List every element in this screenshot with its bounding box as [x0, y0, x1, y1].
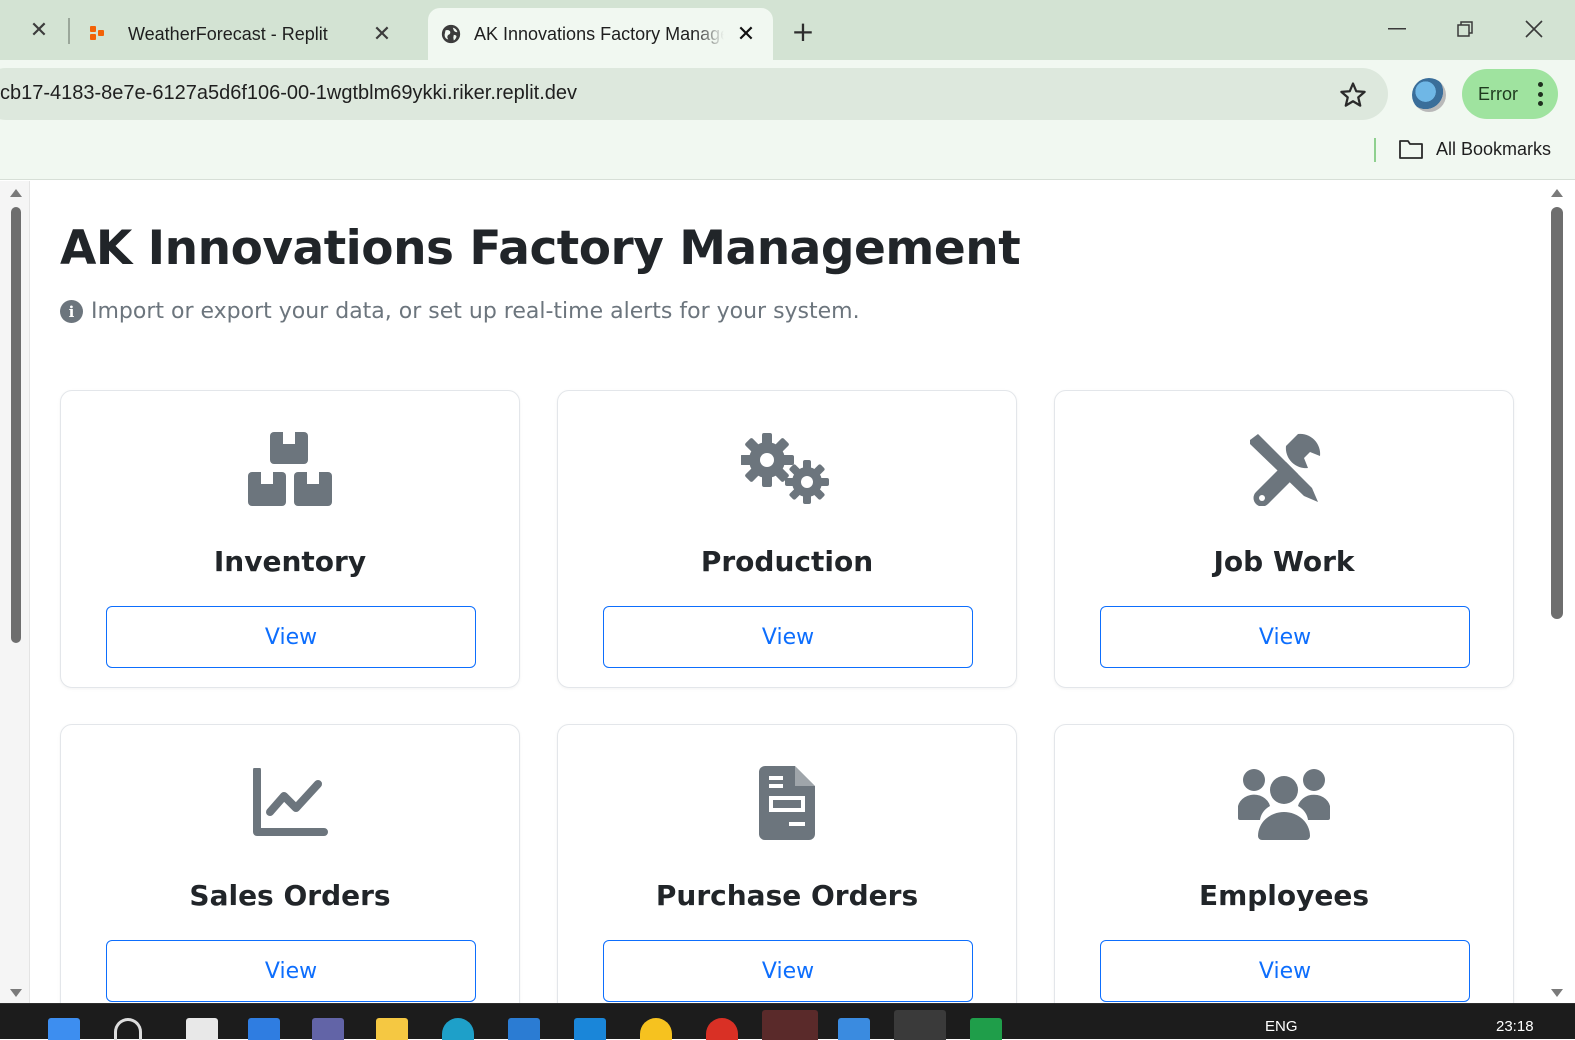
subtitle-text: Import or export your data, or set up re…: [91, 299, 860, 324]
info-icon: i: [60, 300, 83, 323]
profile-avatar[interactable]: [1412, 78, 1446, 112]
scrollbar-thumb[interactable]: [11, 207, 21, 643]
tab-divider: [68, 18, 70, 44]
right-scrollbar[interactable]: [1545, 181, 1575, 1003]
profile-error-button[interactable]: Error: [1462, 69, 1558, 119]
calendar-icon[interactable]: [838, 1018, 870, 1040]
production-view-button[interactable]: View: [603, 606, 973, 668]
boxes-icon: [242, 431, 338, 507]
bookmarks-bar: All Bookmarks: [0, 128, 1575, 180]
card-label: Purchase Orders: [655, 879, 919, 912]
todo-icon[interactable]: [574, 1018, 606, 1040]
globe-icon: [441, 24, 461, 44]
page-subtitle: i Import or export your data, or set up …: [60, 299, 860, 324]
card-label: Production: [700, 545, 874, 578]
close-icon[interactable]: ✕: [732, 20, 760, 48]
clock-time[interactable]: 23:18: [1496, 1018, 1534, 1035]
job-work-view-button[interactable]: View: [1100, 606, 1470, 668]
excel-icon[interactable]: [970, 1018, 1002, 1040]
card-label: Inventory: [213, 545, 367, 578]
app-icon[interactable]: [640, 1018, 672, 1040]
tab-title: WeatherForecast - Replit: [128, 23, 328, 44]
error-label: Error: [1478, 83, 1518, 104]
chrome-icon[interactable]: [706, 1018, 738, 1040]
tools-icon: [1236, 431, 1332, 507]
page-viewport: AK Innovations Factory Management i Impo…: [0, 181, 1575, 1003]
card-employees: Employees View: [1054, 724, 1514, 1003]
minimize-icon[interactable]: [1377, 14, 1417, 44]
chart-line-icon: [242, 765, 338, 841]
window-close-icon[interactable]: [1514, 14, 1554, 44]
card-label: Job Work: [1213, 545, 1355, 578]
address-bar[interactable]: cb17-4183-8e7e-6127a5d6f106-00-1wgtblm69…: [0, 68, 1388, 120]
sales-orders-view-button[interactable]: View: [106, 940, 476, 1002]
outlook-icon[interactable]: [508, 1018, 540, 1040]
folder-icon: [1399, 140, 1423, 159]
restore-icon[interactable]: [1445, 14, 1485, 44]
teams-icon[interactable]: [312, 1018, 344, 1040]
card-label: Employees: [1198, 879, 1370, 912]
purchase-orders-view-button[interactable]: View: [603, 940, 973, 1002]
inventory-view-button[interactable]: View: [106, 606, 476, 668]
close-icon[interactable]: ✕: [368, 20, 396, 48]
users-icon: [1236, 765, 1332, 841]
windows-start-icon[interactable]: [48, 1018, 80, 1040]
new-tab-button[interactable]: +: [788, 15, 818, 48]
app-window-icon[interactable]: [894, 1010, 946, 1040]
employees-view-button[interactable]: View: [1100, 940, 1470, 1002]
file-invoice-icon: [739, 765, 835, 841]
card-sales-orders: Sales Orders View: [60, 724, 520, 1003]
folder-icon[interactable]: [376, 1018, 408, 1040]
gears-icon: [739, 431, 835, 507]
card-inventory: Inventory View: [60, 390, 520, 688]
tab-title: AK Innovations Factory Management: [474, 23, 724, 44]
tab-weatherforecast[interactable]: WeatherForecast - Replit ✕: [78, 8, 418, 60]
search-icon[interactable]: [114, 1018, 142, 1040]
card-production: Production View: [557, 390, 1017, 688]
windows-taskbar: ENG 23:18: [0, 1003, 1575, 1040]
card-purchase-orders: Purchase Orders View: [557, 724, 1017, 1003]
bookmarks-divider: [1374, 138, 1376, 162]
replit-icon: [88, 24, 108, 44]
left-scrollbar[interactable]: [0, 181, 30, 1003]
scroll-up-icon[interactable]: [1551, 189, 1563, 197]
onedrive-icon[interactable]: [248, 1018, 280, 1040]
bookmark-star-icon[interactable]: [1338, 80, 1368, 110]
page-title: AK Innovations Factory Management: [60, 221, 1021, 276]
scroll-down-icon[interactable]: [10, 989, 22, 997]
more-menu-icon[interactable]: [1538, 82, 1544, 106]
url-text[interactable]: cb17-4183-8e7e-6127a5d6f106-00-1wgtblm69…: [0, 82, 577, 105]
close-icon[interactable]: ✕: [27, 18, 51, 43]
edge-icon[interactable]: [442, 1018, 474, 1040]
scrollbar-thumb[interactable]: [1551, 207, 1563, 619]
file-icon[interactable]: [186, 1018, 218, 1040]
opera-icon[interactable]: [762, 1010, 818, 1040]
language-indicator[interactable]: ENG: [1265, 1018, 1298, 1035]
scroll-up-icon[interactable]: [10, 189, 22, 197]
card-label: Sales Orders: [189, 879, 391, 912]
tab-strip: ✕ WeatherForecast - Replit ✕ AK Innovati…: [0, 0, 1575, 60]
all-bookmarks-button[interactable]: All Bookmarks: [1398, 138, 1551, 160]
tab-ak-innovations[interactable]: AK Innovations Factory Management ✕: [428, 8, 773, 60]
all-bookmarks-label: All Bookmarks: [1436, 138, 1552, 159]
card-job-work: Job Work View: [1054, 390, 1514, 688]
scroll-down-icon[interactable]: [1551, 989, 1563, 997]
